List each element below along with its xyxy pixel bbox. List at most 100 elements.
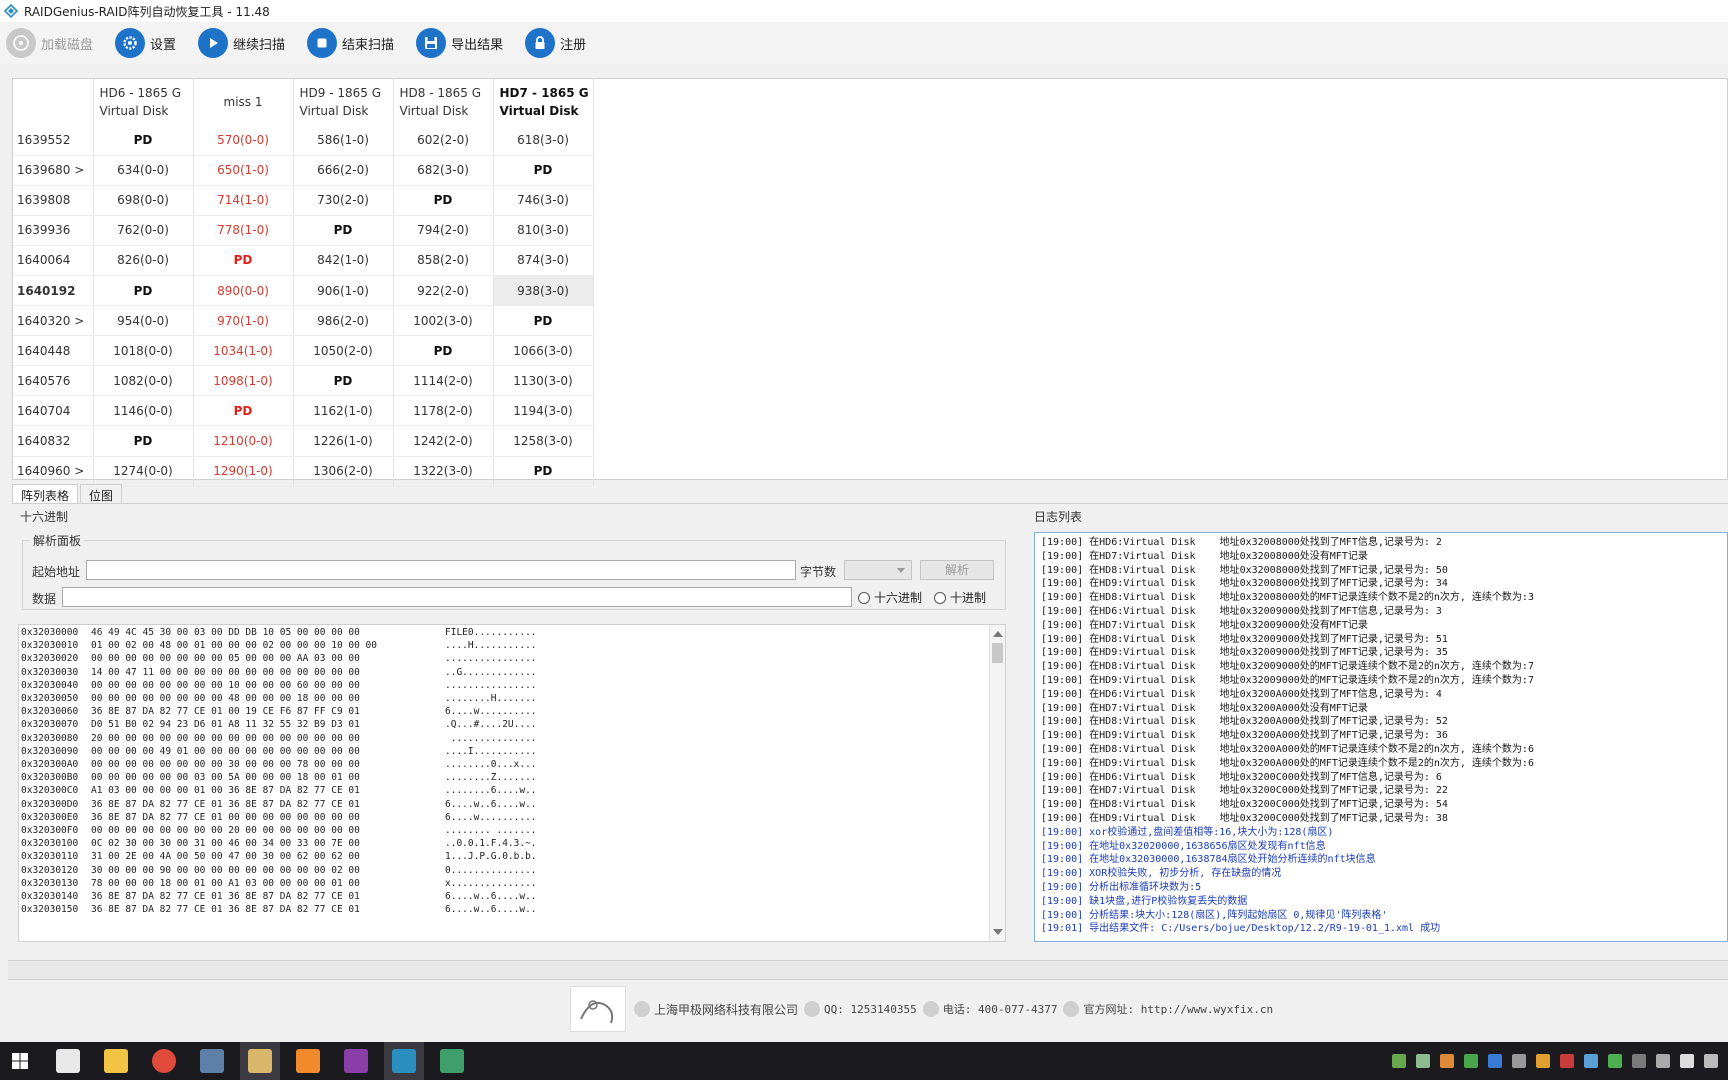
table-cell[interactable]: 1226(1-0) bbox=[293, 425, 394, 457]
table-cell[interactable]: 1274(0-0) bbox=[93, 456, 194, 487]
table-cell[interactable]: 858(2-0) bbox=[393, 245, 494, 276]
table-cell[interactable]: 618(3-0) bbox=[493, 125, 594, 156]
table-cell[interactable]: 1146(0-0) bbox=[93, 395, 194, 427]
table-cell[interactable]: 602(2-0) bbox=[393, 125, 494, 156]
table-cell[interactable]: 1002(3-0) bbox=[393, 305, 494, 337]
table-cell[interactable]: PD bbox=[293, 215, 394, 246]
table-cell[interactable]: PD bbox=[93, 125, 194, 156]
table-cell[interactable]: 826(0-0) bbox=[93, 245, 194, 276]
tray-icon[interactable] bbox=[1464, 1054, 1478, 1068]
table-cell[interactable]: 1258(3-0) bbox=[493, 425, 594, 457]
table-cell[interactable]: 1098(1-0) bbox=[193, 365, 294, 397]
register-button[interactable]: 注册 bbox=[525, 28, 586, 58]
table-cell[interactable]: 1242(2-0) bbox=[393, 425, 494, 457]
taskbar-app-1[interactable] bbox=[48, 1042, 88, 1080]
table-row[interactable]: 1639936 762(0-0) 778(1-0) PD 794(2-0) 810(3-0… bbox=[13, 215, 594, 246]
table-cell[interactable]: PD bbox=[393, 335, 494, 367]
taskbar-app-6[interactable] bbox=[288, 1042, 328, 1080]
table-cell[interactable]: 666(2-0) bbox=[293, 155, 394, 186]
website-item[interactable]: 官方网址: http://www.wyxfix.cn bbox=[1063, 1001, 1273, 1017]
table-cell[interactable]: PD bbox=[493, 456, 594, 487]
taskbar-app-5[interactable] bbox=[240, 1042, 280, 1080]
table-cell[interactable]: 570(0-0) bbox=[193, 125, 294, 156]
table-row[interactable]: 1639680 >634(0-0) 650(1-0) 666(2-0) 682(3-0… bbox=[13, 155, 594, 186]
table-cell[interactable]: 682(3-0) bbox=[393, 155, 494, 186]
table-cell[interactable]: 1130(3-0) bbox=[493, 365, 594, 397]
table-cell[interactable]: 1290(1-0) bbox=[193, 456, 294, 487]
table-cell[interactable]: PD bbox=[93, 425, 194, 457]
table-row[interactable]: 1640960 >1274(0-0) 1290(1-0) 1306(2-0) 1322… bbox=[13, 456, 594, 487]
table-row[interactable]: 1639808 698(0-0) 714(1-0) 730(2-0) PD 746(3-0… bbox=[13, 185, 594, 216]
log-view[interactable]: [19:00] 在HD6:Virtual Disk 地址0x32008000处找… bbox=[1034, 532, 1728, 942]
hex-view[interactable]: 0x32030000 46 49 4C 45 30 00 03 00 DD DB … bbox=[18, 624, 1006, 942]
table-cell[interactable]: 1322(3-0) bbox=[393, 456, 494, 487]
table-cell[interactable]: 586(1-0) bbox=[293, 125, 394, 156]
start-address-input[interactable] bbox=[86, 560, 796, 580]
table-cell[interactable]: 1018(0-0) bbox=[93, 335, 194, 367]
parse-button[interactable]: 解析 bbox=[920, 560, 994, 580]
table-cell[interactable]: 1066(3-0) bbox=[493, 335, 594, 367]
table-cell[interactable]: 1210(0-0) bbox=[193, 425, 294, 457]
table-row[interactable]: 1639552 PD 570(0-0) 586(1-0) 602(2-0) 618(3-0… bbox=[13, 125, 594, 156]
table-row[interactable]: 1640832 PD 1210(0-0) 1226(1-0) 1242(2-0) 1258… bbox=[13, 425, 594, 457]
table-cell[interactable]: 986(2-0) bbox=[293, 305, 394, 337]
tray-icon[interactable] bbox=[1608, 1054, 1622, 1068]
tray-icon[interactable] bbox=[1536, 1054, 1550, 1068]
table-cell[interactable]: 1034(1-0) bbox=[193, 335, 294, 367]
table-cell[interactable]: PD bbox=[93, 275, 194, 307]
table-cell[interactable]: 1082(0-0) bbox=[93, 365, 194, 397]
table-cell[interactable]: 698(0-0) bbox=[93, 185, 194, 216]
table-cell[interactable]: 634(0-0) bbox=[93, 155, 194, 186]
table-cell[interactable]: 970(1-0) bbox=[193, 305, 294, 337]
tray-icon[interactable] bbox=[1392, 1054, 1406, 1068]
tray-icon[interactable] bbox=[1632, 1054, 1646, 1068]
table-cell[interactable]: PD bbox=[493, 155, 594, 186]
table-cell[interactable]: 730(2-0) bbox=[293, 185, 394, 216]
radio-hex[interactable]: 十六进制 bbox=[858, 589, 922, 606]
table-cell[interactable]: 874(3-0) bbox=[493, 245, 594, 276]
table-cell[interactable]: 794(2-0) bbox=[393, 215, 494, 246]
table-row[interactable]: 1640448 1018(0-0) 1034(1-0) 1050(2-0) PD 1066… bbox=[13, 335, 594, 367]
table-cell[interactable]: 842(1-0) bbox=[293, 245, 394, 276]
table-cell[interactable]: 954(0-0) bbox=[93, 305, 194, 337]
table-cell[interactable]: PD bbox=[493, 305, 594, 337]
taskbar-app-9[interactable] bbox=[432, 1042, 472, 1080]
table-cell[interactable]: 1194(3-0) bbox=[493, 395, 594, 427]
table-cell[interactable]: 890(0-0) bbox=[193, 275, 294, 307]
table-cell[interactable]: 1114(2-0) bbox=[393, 365, 494, 397]
scroll-up-icon[interactable] bbox=[993, 631, 1003, 637]
table-cell[interactable]: 714(1-0) bbox=[193, 185, 294, 216]
column-header-hd7[interactable]: HD7 - 1865 G Virtual Disk bbox=[493, 79, 594, 125]
stop-scan-button[interactable]: 结束扫描 bbox=[307, 28, 394, 58]
tray-icon[interactable] bbox=[1560, 1054, 1574, 1068]
data-input[interactable] bbox=[62, 587, 852, 607]
table-row[interactable]: 1640320 >954(0-0) 970(1-0) 986(2-0) 1002(3-… bbox=[13, 305, 594, 337]
table-cell[interactable]: 1162(1-0) bbox=[293, 395, 394, 427]
bytes-select[interactable] bbox=[844, 560, 912, 580]
table-cell[interactable]: 746(3-0) bbox=[493, 185, 594, 216]
scroll-down-icon[interactable] bbox=[993, 929, 1003, 935]
table-row[interactable]: 1640704 1146(0-0) PD 1162(1-0) 1178(2-0) 1194… bbox=[13, 395, 594, 427]
tray-icon[interactable] bbox=[1416, 1054, 1430, 1068]
table-cell[interactable]: 1178(2-0) bbox=[393, 395, 494, 427]
table-cell[interactable]: PD bbox=[293, 365, 394, 397]
table-cell[interactable]: 762(0-0) bbox=[93, 215, 194, 246]
continue-scan-button[interactable]: 继续扫描 bbox=[198, 28, 285, 58]
table-cell[interactable]: 1306(2-0) bbox=[293, 456, 394, 487]
taskbar-chrome[interactable] bbox=[144, 1042, 184, 1080]
table-cell[interactable]: 906(1-0) bbox=[293, 275, 394, 307]
tray-icon[interactable] bbox=[1584, 1054, 1598, 1068]
load-disk-button[interactable]: 加载磁盘 bbox=[6, 28, 93, 58]
export-results-button[interactable]: 导出结果 bbox=[416, 28, 503, 58]
table-cell[interactable]: 650(1-0) bbox=[193, 155, 294, 186]
column-header-hd6[interactable]: HD6 - 1865 G Virtual Disk bbox=[93, 79, 194, 125]
tray-icon[interactable] bbox=[1488, 1054, 1502, 1068]
taskbar-explorer[interactable] bbox=[96, 1042, 136, 1080]
column-header-hd8[interactable]: HD8 - 1865 G Virtual Disk bbox=[393, 79, 494, 125]
tab-bitmap[interactable]: 位图 bbox=[80, 484, 123, 504]
column-header-hd9[interactable]: HD9 - 1865 G Virtual Disk bbox=[293, 79, 394, 125]
tab-raid-table[interactable]: 阵列表格 bbox=[12, 484, 79, 504]
table-cell[interactable]: 922(2-0) bbox=[393, 275, 494, 307]
tray-icon[interactable] bbox=[1680, 1054, 1694, 1068]
taskbar-hex-editor[interactable] bbox=[336, 1042, 376, 1080]
